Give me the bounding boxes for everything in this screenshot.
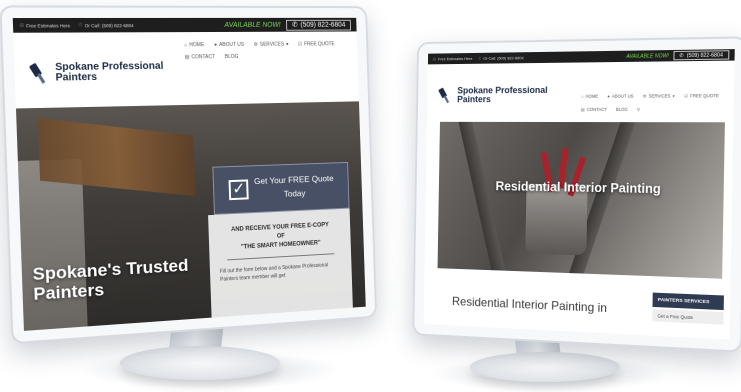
nav-blog[interactable]: BLOG bbox=[225, 54, 239, 60]
phone-icon: ✆ bbox=[478, 56, 481, 61]
phone-number: (509) 822-6804 bbox=[687, 52, 723, 59]
document-icon: ▤ bbox=[185, 54, 190, 60]
top-bar: ▤ Free Estimates Here ✆ Or Call: (509) 8… bbox=[13, 18, 357, 33]
paintbrush-logo-icon bbox=[438, 87, 453, 105]
document-icon: ▤ bbox=[581, 107, 585, 112]
hero-title: Spokane's Trusted Painters bbox=[32, 257, 189, 305]
right-monitor-base bbox=[470, 352, 620, 382]
nav-services[interactable]: ⚙ SERVICES ▾ bbox=[643, 93, 675, 98]
hero-section: Residential Interior Painting bbox=[438, 122, 725, 279]
home-icon: ⌂ bbox=[184, 42, 187, 48]
check-square-icon: ☑ bbox=[298, 41, 302, 47]
chevron-down-icon: ▾ bbox=[286, 42, 289, 48]
nav-about-label: ABOUT US bbox=[219, 42, 244, 48]
available-now-text: AVAILABLE NOW! bbox=[626, 53, 669, 60]
left-monitor: ▤ Free Estimates Here ✆ Or Call: (509) 8… bbox=[0, 5, 377, 344]
nav-services-label: SERVICES bbox=[649, 93, 671, 98]
site-logo[interactable]: Spokane Professional Painters bbox=[438, 86, 547, 105]
check-square-icon: ✓ bbox=[229, 179, 249, 200]
right-monitor: ▤ Free Estimates Here ✆ Or Call: (509) 8… bbox=[412, 36, 741, 353]
nav-about-label: ABOUT US bbox=[612, 94, 634, 99]
phone-icon: ✆ bbox=[78, 22, 82, 28]
user-icon: ● bbox=[607, 94, 610, 99]
mockup-stage: ▤ Free Estimates Here ✆ Or Call: (509) 8… bbox=[0, 0, 741, 392]
free-estimates-link[interactable]: ▤ Free Estimates Here bbox=[19, 22, 70, 28]
search-button[interactable]: ⚲ bbox=[637, 107, 640, 112]
site-logo[interactable]: Spokane Professional Painters bbox=[29, 61, 164, 85]
phone-number: (509) 822-6804 bbox=[300, 21, 345, 28]
page-heading: Residential Interior Painting in bbox=[452, 294, 607, 315]
nav-home-label: HOME bbox=[586, 94, 599, 99]
nav-blog[interactable]: BLOG bbox=[616, 107, 628, 112]
document-icon: ▤ bbox=[433, 56, 437, 61]
nav-free-quote[interactable]: ☑ FREE QUOTE bbox=[684, 93, 719, 98]
call-link[interactable]: ✆ Or Call: (509) 822-6804 bbox=[478, 55, 524, 61]
hero-wall bbox=[18, 159, 88, 331]
logo-line-2: Painters bbox=[457, 95, 547, 105]
panel-body-text: Fill out the form below and a Spokane Pr… bbox=[220, 262, 343, 284]
nav-contact[interactable]: ▤ CONTACT bbox=[185, 54, 216, 60]
quote-form-panel: AND RECEIVE YOUR FREE E-COPY OF "THE SMA… bbox=[208, 209, 353, 318]
phone-icon: ✆ bbox=[292, 21, 298, 29]
nav-contact-label: CONTACT bbox=[587, 107, 607, 112]
gear-icon: ⚙ bbox=[643, 93, 647, 98]
gear-icon: ⚙ bbox=[254, 42, 259, 48]
nav-services-label: SERVICES bbox=[260, 42, 284, 48]
paintbrush-logo-icon bbox=[29, 62, 51, 85]
main-nav: ⌂ HOME ● ABOUT US ⚙ SERVICES ▾ ☑ FREE QUOTE ▤… bbox=[581, 93, 726, 112]
sidebar-item-free-quote[interactable]: Get a Free Quote bbox=[652, 309, 723, 325]
nav-free-quote-label: FREE QUOTE bbox=[690, 93, 719, 98]
nav-home[interactable]: ⌂ HOME bbox=[581, 94, 598, 99]
phone-icon: ✆ bbox=[679, 52, 683, 58]
logo-line-2: Painters bbox=[55, 72, 164, 84]
document-icon: ▤ bbox=[19, 22, 24, 28]
free-quote-banner[interactable]: ✓ Get Your FREE Quote Today bbox=[212, 162, 349, 215]
search-icon: ⚲ bbox=[637, 107, 640, 112]
check-square-icon: ☑ bbox=[684, 93, 688, 98]
nav-contact-label: CONTACT bbox=[191, 54, 215, 60]
phone-button[interactable]: ✆ (509) 822-6804 bbox=[673, 50, 729, 60]
nav-free-quote-label: FREE QUOTE bbox=[304, 41, 335, 47]
nav-about[interactable]: ● ABOUT US bbox=[607, 94, 633, 99]
nav-blog-label: BLOG bbox=[616, 107, 628, 112]
panel-divider bbox=[227, 253, 334, 260]
phone-button[interactable]: ✆ (509) 822-6804 bbox=[286, 19, 351, 30]
nav-about[interactable]: ● ABOUT US bbox=[214, 42, 244, 48]
home-icon: ⌂ bbox=[581, 94, 584, 99]
left-monitor-base bbox=[120, 346, 280, 380]
nav-free-quote[interactable]: ☑ FREE QUOTE bbox=[298, 41, 335, 47]
free-estimates-text: Free Estimates Here bbox=[438, 56, 473, 61]
nav-home-label: HOME bbox=[189, 42, 204, 48]
nav-contact[interactable]: ▤ CONTACT bbox=[581, 107, 607, 112]
call-text: Or Call: (509) 822-6804 bbox=[483, 55, 523, 61]
chevron-down-icon: ▾ bbox=[673, 93, 675, 98]
left-monitor-screen: ▤ Free Estimates Here ✆ Or Call: (509) 8… bbox=[13, 18, 366, 331]
call-text: Or Call: (509) 822-6804 bbox=[85, 23, 134, 28]
main-nav: ⌂ HOME ● ABOUT US ⚙ SERVICES ▾ ☑ FREE QUOTE ▤… bbox=[184, 41, 348, 60]
nav-home[interactable]: ⌂ HOME bbox=[184, 42, 204, 48]
free-estimates-link[interactable]: ▤ Free Estimates Here bbox=[433, 56, 473, 61]
call-link[interactable]: ✆ Or Call: (509) 822-6804 bbox=[78, 22, 133, 28]
right-monitor-screen: ▤ Free Estimates Here ✆ Or Call: (509) 8… bbox=[424, 49, 735, 340]
user-icon: ● bbox=[214, 42, 217, 48]
nav-services[interactable]: ⚙ SERVICES ▾ bbox=[254, 42, 289, 48]
nav-blog-label: BLOG bbox=[225, 54, 239, 60]
top-bar: ▤ Free Estimates Here ✆ Or Call: (509) 8… bbox=[428, 49, 735, 64]
free-estimates-text: Free Estimates Here bbox=[26, 23, 70, 28]
available-now-text: AVAILABLE NOW! bbox=[224, 21, 280, 28]
hero-ladder-left bbox=[457, 122, 509, 279]
sidebar-heading: PAINTERS SERVICES bbox=[652, 293, 723, 310]
